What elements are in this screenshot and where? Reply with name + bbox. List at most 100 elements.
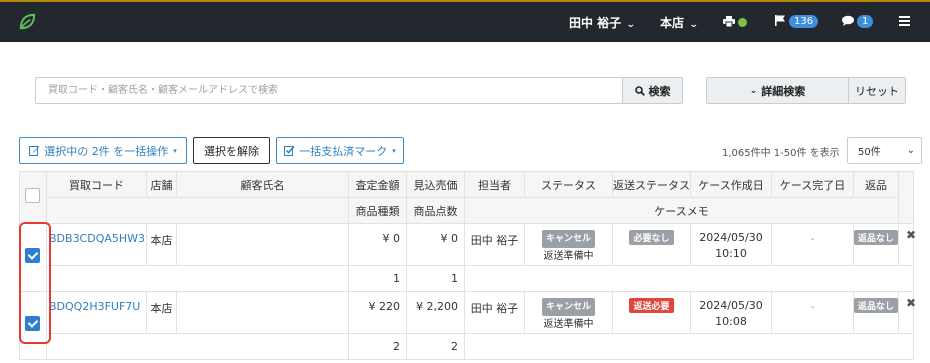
printer-online-dot [738, 18, 747, 27]
chevron-down-icon: ⌄ [688, 20, 699, 30]
header-staff[interactable]: 担当者 [464, 171, 525, 198]
return-status-cell: 必要なし [612, 223, 691, 266]
table-subrow: 1 1 [20, 265, 915, 292]
store-cell: 本店 [146, 223, 177, 266]
header-status[interactable]: ステータス [524, 171, 613, 198]
deselect-label: 選択を解除 [204, 144, 259, 158]
header-created[interactable]: ケース作成日 [690, 171, 772, 198]
chevron-down-icon: ⌄ [906, 145, 915, 156]
store-name: 本店 [660, 16, 685, 30]
table-row[interactable]: BDQQ2H3FUF7U 本店 ¥ 220 ¥ 2,200 田中 裕子 キャンセ… [19, 291, 915, 360]
return-status-cell: 返送必要 [612, 291, 691, 334]
search-button[interactable]: 検索 [622, 78, 682, 103]
customer-cell [176, 291, 349, 334]
advanced-search-label: 詳細検索 [761, 84, 806, 98]
status-sub-text: 返送準備中 [543, 251, 594, 262]
caret-down-icon: ▾ [173, 146, 177, 155]
purchase-code-link[interactable]: BDQQ2H3FUF7U [46, 291, 147, 334]
header-customer[interactable]: 顧客氏名 [176, 171, 349, 198]
appraisal-cell: ¥ 220 [348, 291, 407, 334]
created-date: 2024/05/30 [699, 231, 763, 244]
header-returned[interactable]: 返品 [852, 171, 900, 198]
staff-cell: 田中 裕子 [464, 223, 525, 266]
printer-status[interactable] [723, 15, 747, 29]
search-icon [634, 85, 645, 96]
expected-cell: ¥ 2,200 [406, 291, 465, 334]
case-memo-cell [463, 265, 915, 292]
table-row[interactable]: BDB3CDQA5HW3 本店 ¥ 0 ¥ 0 田中 裕子 キャンセル 返送準備… [19, 223, 915, 292]
appraisal-cell: ¥ 0 [348, 223, 407, 266]
header-completed[interactable]: ケース完了日 [771, 171, 854, 198]
case-memo-cell [463, 333, 915, 360]
edit-icon [29, 146, 40, 156]
per-page-select[interactable]: 50件 ⌄ [847, 137, 922, 164]
returned-badge: 返品なし [854, 230, 898, 245]
result-count: 1,065件中 1-50件 を表示 [722, 148, 840, 159]
expected-cell: ¥ 0 [406, 223, 465, 266]
user-menu[interactable]: 田中 裕子 ⌄ [569, 14, 636, 31]
check-square-icon [284, 145, 295, 156]
printer-icon [723, 16, 735, 28]
messages[interactable]: 1 [842, 14, 874, 28]
item-count-cell: 2 [406, 333, 465, 360]
returned-badge: 返品なし [854, 298, 898, 313]
subrow-spacer [46, 265, 349, 292]
flag-count-badge: 136 [789, 15, 819, 28]
created-time: 10:08 [715, 315, 747, 328]
notifications-flag[interactable]: 136 [775, 14, 819, 28]
navbar: 田中 裕子 ⌄ 本店 ⌄ 136 1 [0, 2, 930, 42]
header-actions [898, 171, 915, 224]
chevron-down-icon: ⌄ [626, 20, 636, 30]
header-expected[interactable]: 見込売価 [406, 171, 465, 198]
status-sub-text: 返送準備中 [543, 319, 594, 330]
return-status-badge: 返送必要 [629, 298, 674, 313]
created-date: 2024/05/30 [699, 299, 763, 312]
table-header-row: 買取コード 店舗 顧客氏名 査定金額 見込売価 担当者 ステータス 返送ステータ… [19, 171, 915, 224]
return-status-badge: 必要なし [629, 230, 674, 245]
item-types-cell: 2 [348, 333, 407, 360]
item-types-cell: 1 [348, 265, 407, 292]
reset-button[interactable]: リセット [848, 77, 906, 104]
item-count-cell: 1 [406, 265, 465, 292]
per-page-value: 50件 [858, 147, 881, 158]
reset-label: リセット [855, 84, 899, 98]
advanced-search-button[interactable]: ⌄ 詳細検索 [706, 77, 849, 104]
search-input[interactable] [36, 78, 622, 103]
header-spacer [46, 197, 349, 224]
search-bar: 検索 [35, 77, 683, 104]
created-cell: 2024/05/30 10:08 [690, 291, 772, 334]
status-badge: キャンセル [541, 230, 595, 248]
close-icon[interactable]: ✖ [906, 296, 916, 310]
status-badge: キャンセル [541, 298, 595, 316]
header-appraisal[interactable]: 査定金額 [348, 171, 407, 198]
deselect-button[interactable]: 選択を解除 [193, 137, 270, 164]
select-all-checkbox[interactable] [25, 188, 40, 203]
close-icon[interactable]: ✖ [906, 228, 916, 242]
subrow-spacer [46, 333, 349, 360]
header-code[interactable]: 買取コード [46, 171, 147, 198]
comment-count-badge: 1 [857, 15, 874, 28]
store-cell: 本店 [146, 291, 177, 334]
header-item-types: 商品種類 [348, 197, 407, 224]
selection-highlight-box [19, 222, 51, 344]
created-cell: 2024/05/30 10:10 [690, 223, 772, 266]
purchase-code-link[interactable]: BDB3CDQA5HW3 [46, 223, 147, 266]
header-item-count: 商品点数 [406, 197, 465, 224]
staff-cell: 田中 裕子 [464, 291, 525, 334]
table-subheader-row: 商品種類 商品点数 ケースメモ [20, 197, 914, 224]
bulk-paid-button[interactable]: 一括支払済マーク ▾ [276, 137, 404, 164]
header-return-status[interactable]: 返送ステータス [612, 171, 691, 198]
purchase-table: 買取コード 店舗 顧客氏名 査定金額 見込売価 担当者 ステータス 返送ステータ… [19, 171, 915, 360]
table-subrow: 2 2 [20, 333, 915, 360]
hamburger-menu-icon[interactable] [899, 15, 910, 29]
user-name: 田中 裕子 [569, 16, 622, 30]
bulk-action-button[interactable]: 選択中の 2件 を一括操作 ▾ [19, 137, 187, 164]
store-menu[interactable]: 本店 ⌄ [660, 14, 699, 31]
customer-cell [176, 223, 349, 266]
leaf-logo-icon[interactable] [18, 12, 37, 31]
completed-cell: - [771, 223, 854, 266]
header-store[interactable]: 店舗 [146, 171, 177, 198]
returned-cell: 返品なし [852, 223, 900, 266]
chevron-down-icon: ⌄ [749, 85, 758, 96]
header-case-memo: ケースメモ [463, 197, 900, 224]
